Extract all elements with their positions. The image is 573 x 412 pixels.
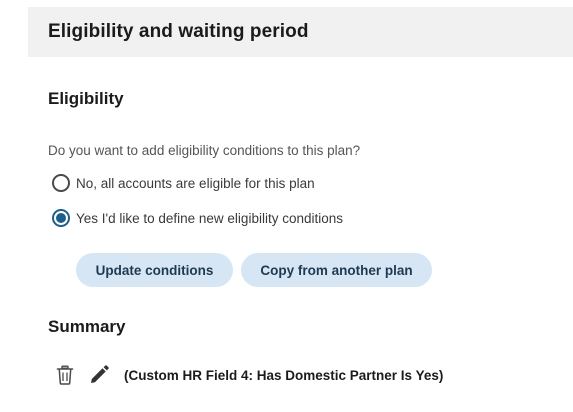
radio-label: Yes I'd like to define new eligibility c…: [76, 210, 343, 226]
radio-label: No, all accounts are eligible for this p…: [76, 175, 315, 191]
trash-icon-graphic: [56, 365, 74, 385]
page-title: Eligibility and waiting period: [48, 21, 309, 42]
summary-heading: Summary: [48, 317, 126, 336]
eligibility-question: Do you want to add eligibility condition…: [48, 143, 361, 158]
copy-from-another-plan-button[interactable]: Copy from another plan: [241, 253, 432, 287]
radio-option-define-conditions[interactable]: Yes I'd like to define new eligibility c…: [52, 209, 343, 227]
update-conditions-button[interactable]: Update conditions: [76, 253, 233, 287]
pencil-icon[interactable]: [88, 364, 110, 386]
radio-dot: [56, 213, 66, 223]
trash-icon[interactable]: [54, 364, 76, 386]
condition-summary-text: (Custom HR Field 4: Has Domestic Partner…: [124, 367, 444, 383]
radio-option-no-conditions[interactable]: No, all accounts are eligible for this p…: [52, 174, 315, 192]
summary-condition-row: (Custom HR Field 4: Has Domestic Partner…: [54, 363, 443, 387]
radio-button-checked[interactable]: [52, 209, 70, 227]
radio-button-unchecked[interactable]: [52, 174, 70, 192]
section-header: Eligibility and waiting period: [28, 7, 573, 57]
eligibility-heading: Eligibility: [48, 89, 124, 108]
pencil-icon-graphic: [91, 365, 109, 383]
